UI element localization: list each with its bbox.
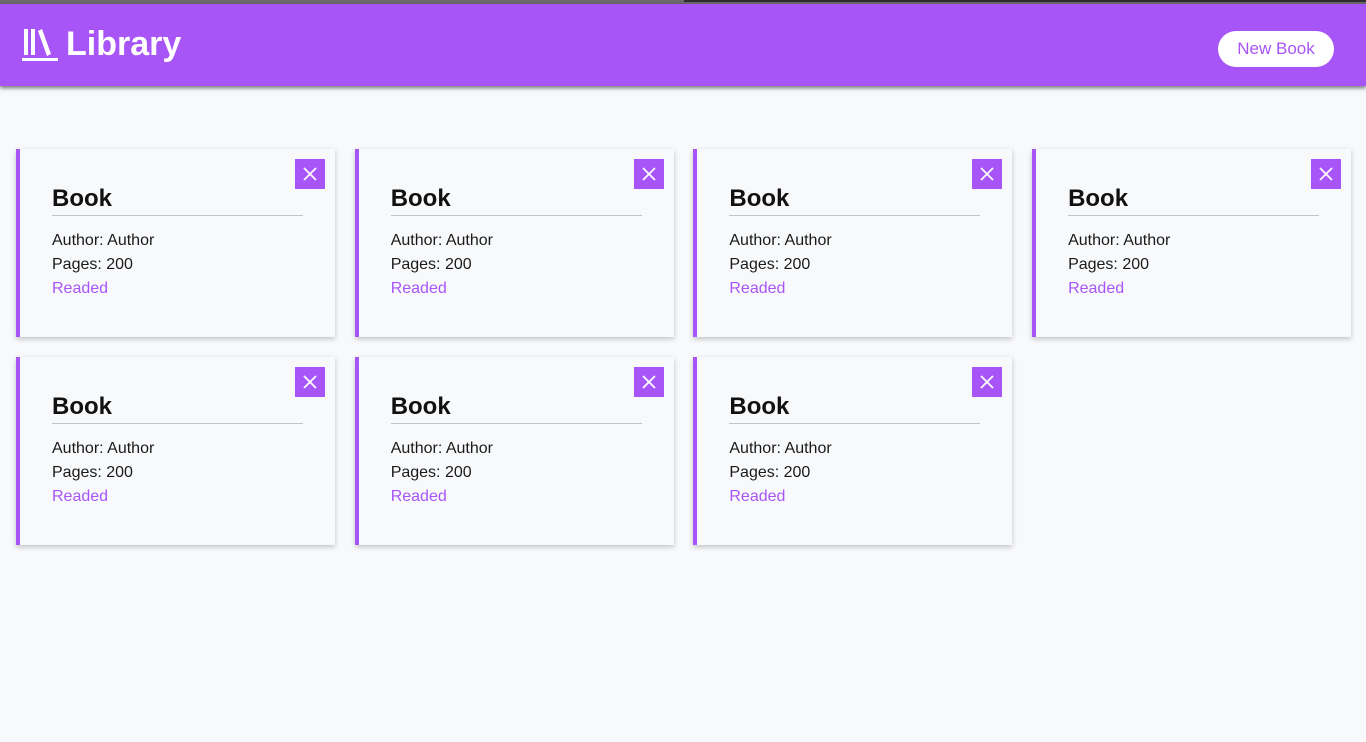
close-icon bbox=[642, 167, 656, 181]
close-icon bbox=[980, 167, 995, 181]
book-title: Book bbox=[52, 391, 303, 424]
close-icon bbox=[303, 167, 317, 181]
book-card: Book Author: Author Pages: 200 Readed bbox=[693, 357, 1013, 545]
book-read-status[interactable]: Readed bbox=[52, 485, 303, 509]
book-read-status[interactable]: Readed bbox=[391, 277, 642, 301]
app-header: Library New Book bbox=[0, 4, 1366, 86]
book-pages: Pages: 200 bbox=[52, 256, 133, 273]
book-read-status[interactable]: Readed bbox=[1068, 277, 1319, 301]
book-author: Author: Author bbox=[52, 440, 155, 457]
book-card: Book Author: Author Pages: 200 Readed bbox=[354, 357, 674, 545]
book-title: Book bbox=[1068, 183, 1320, 216]
book-card: Book Author: Author Pages: 200 Readed bbox=[354, 149, 674, 337]
book-card: Book Author: Author Pages: 200 Readed bbox=[693, 149, 1013, 337]
remove-book-button[interactable] bbox=[1311, 159, 1342, 189]
remove-book-button[interactable] bbox=[972, 367, 1003, 397]
remove-book-button[interactable] bbox=[295, 159, 325, 189]
book-title: Book bbox=[729, 391, 981, 424]
remove-book-button[interactable] bbox=[633, 367, 664, 397]
book-title: Book bbox=[729, 183, 981, 216]
book-author: Author: Author bbox=[390, 440, 493, 457]
book-pages: Pages: 200 bbox=[729, 256, 811, 273]
book-title: Book bbox=[52, 183, 303, 216]
book-read-status[interactable]: Readed bbox=[391, 485, 642, 509]
book-pages: Pages: 200 bbox=[1068, 256, 1150, 273]
close-icon bbox=[1319, 167, 1333, 181]
book-list: Book Author: Author Pages: 200 Readed Bo… bbox=[16, 149, 1352, 545]
book-grid: Book Author: Author Pages: 200 Readed Bo… bbox=[16, 149, 1352, 545]
close-icon bbox=[980, 375, 995, 389]
book-author: Author: Author bbox=[729, 440, 832, 457]
new-book-button[interactable]: New Book bbox=[1218, 31, 1334, 67]
remove-book-button[interactable] bbox=[295, 367, 325, 397]
book-pages: Pages: 200 bbox=[390, 464, 472, 481]
remove-book-button[interactable] bbox=[972, 159, 1003, 189]
remove-book-button[interactable] bbox=[633, 159, 664, 189]
app-title: Library bbox=[66, 25, 182, 63]
library-books-icon bbox=[22, 29, 58, 61]
book-author: Author: Author bbox=[1068, 232, 1171, 249]
book-title: Book bbox=[390, 183, 642, 216]
book-card: Book Author: Author Pages: 200 Readed bbox=[16, 357, 335, 545]
brand: Library bbox=[22, 27, 181, 63]
book-read-status[interactable]: Readed bbox=[729, 277, 980, 301]
book-read-status[interactable]: Readed bbox=[52, 277, 303, 301]
book-card: Book Author: Author Pages: 200 Readed bbox=[1032, 149, 1352, 337]
book-pages: Pages: 200 bbox=[390, 256, 472, 273]
window-top-edge-right bbox=[684, 0, 1366, 2]
close-icon bbox=[303, 375, 317, 389]
close-icon bbox=[642, 375, 656, 389]
book-pages: Pages: 200 bbox=[52, 464, 133, 481]
book-card: Book Author: Author Pages: 200 Readed bbox=[16, 149, 335, 337]
book-pages: Pages: 200 bbox=[729, 464, 811, 481]
book-author: Author: Author bbox=[52, 232, 155, 249]
book-read-status[interactable]: Readed bbox=[729, 485, 980, 509]
book-author: Author: Author bbox=[390, 232, 493, 249]
book-title: Book bbox=[390, 391, 642, 424]
book-author: Author: Author bbox=[729, 232, 832, 249]
